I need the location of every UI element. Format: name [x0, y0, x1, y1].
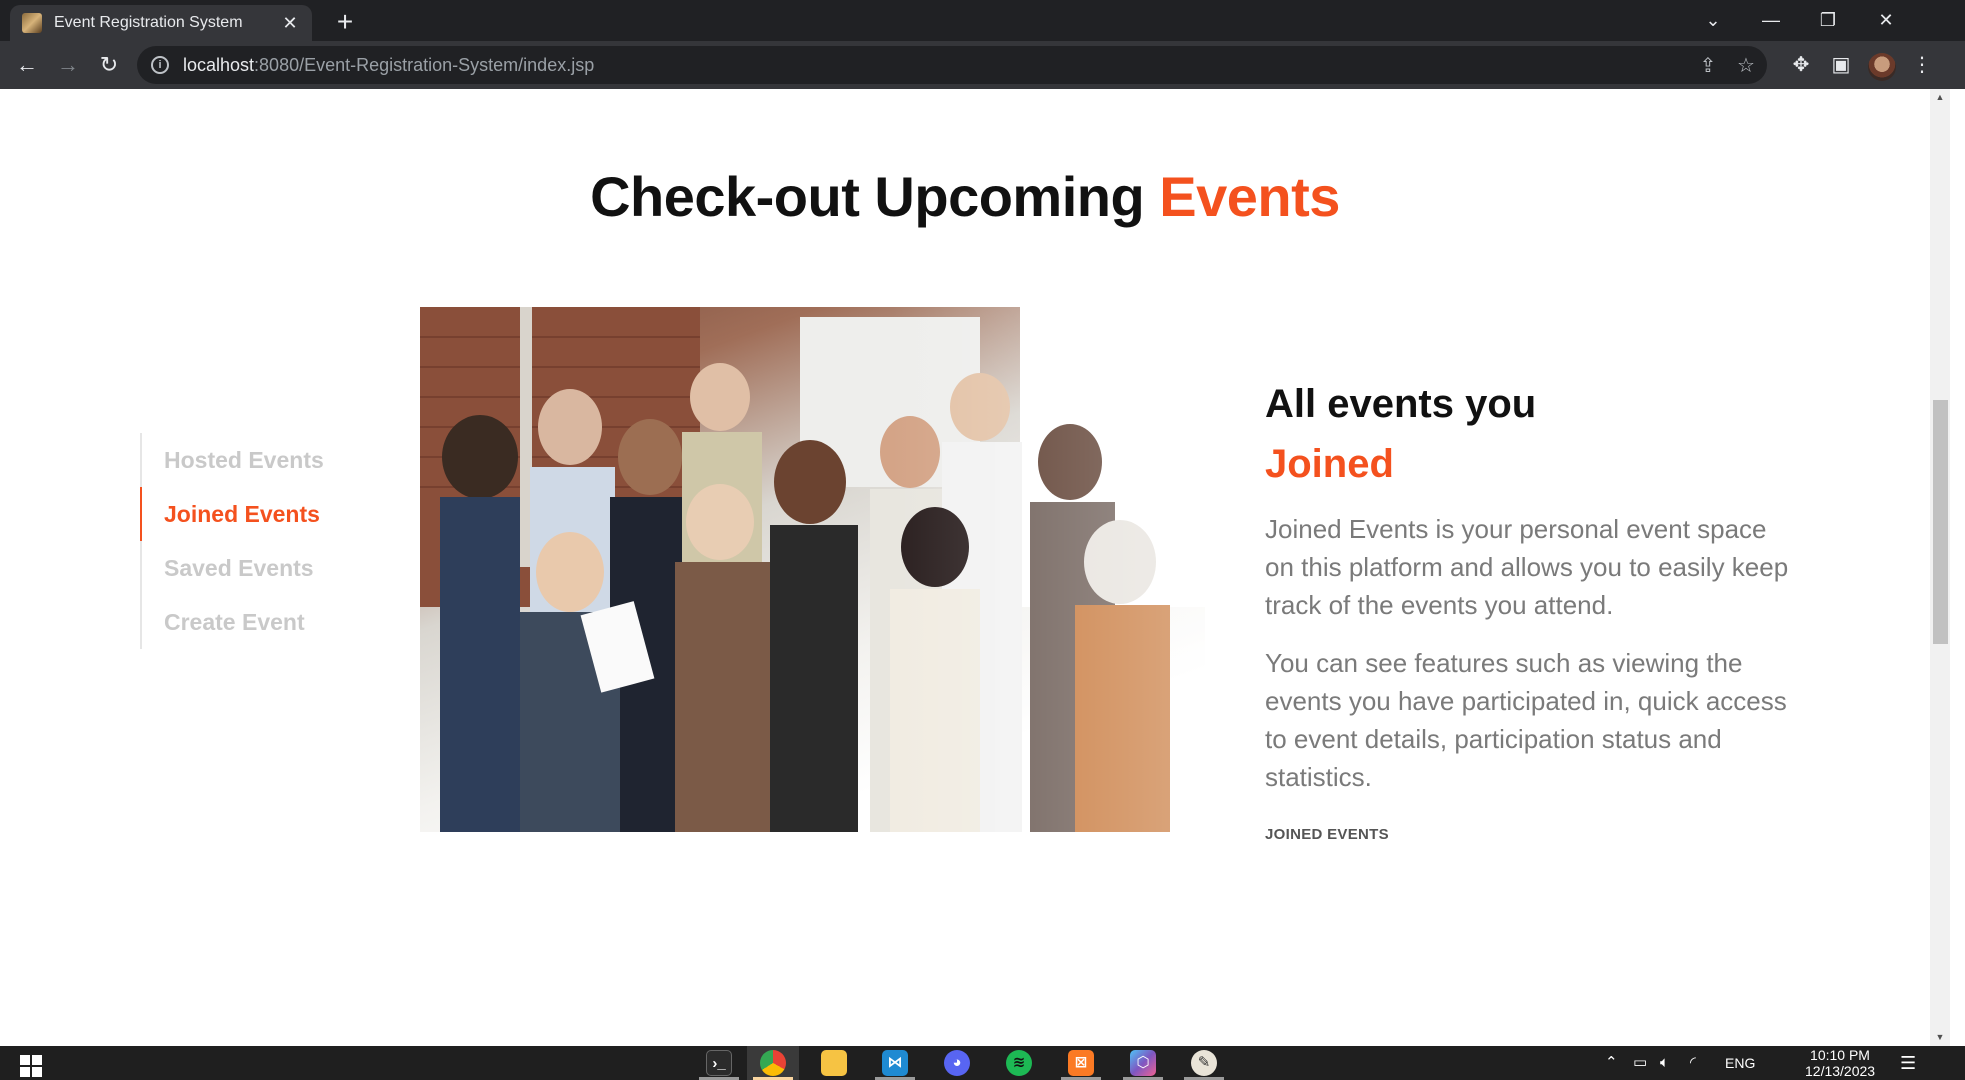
- tab-create-event[interactable]: Create Event: [142, 595, 380, 649]
- notifications-icon[interactable]: ☰: [1900, 1046, 1916, 1080]
- minimize-icon[interactable]: —: [1751, 6, 1791, 34]
- vscode-app[interactable]: ⋈: [869, 1046, 921, 1080]
- section-heading: Check-out Upcoming Events: [0, 164, 1930, 229]
- vscode-icon: ⋈: [882, 1050, 908, 1076]
- taskbar-clock[interactable]: 10:10 PM 12/13/2023: [1805, 1047, 1875, 1079]
- gem-app[interactable]: ⬡: [1117, 1046, 1169, 1080]
- url-path: :8080/Event-Registration-System/index.js…: [254, 54, 595, 75]
- tray-chevron-icon[interactable]: ⌃: [1605, 1046, 1618, 1080]
- scroll-down-arrow-icon[interactable]: ▼: [1930, 1029, 1950, 1046]
- chrome-icon: [760, 1050, 786, 1076]
- site-favicon-icon: [22, 13, 42, 33]
- content-title-accent: Joined: [1265, 442, 1394, 486]
- site-info-icon[interactable]: i: [151, 56, 169, 74]
- folder-icon: [821, 1050, 847, 1076]
- palette-icon: ✎: [1191, 1050, 1217, 1076]
- clock-time: 10:10 PM: [1810, 1047, 1870, 1063]
- events-side-tabs: Hosted Events Joined Events Saved Events…: [140, 433, 380, 649]
- spotify-icon: ≋: [1006, 1050, 1032, 1076]
- content-paragraph-1: Joined Events is your personal event spa…: [1265, 514, 1789, 620]
- content-title-main: All events you: [1265, 382, 1537, 426]
- content-paragraph-2: You can see features such as viewing the…: [1265, 648, 1787, 792]
- close-tab-icon[interactable]: ✕: [280, 13, 300, 34]
- reload-icon[interactable]: ↻: [94, 51, 124, 79]
- discord-icon: ◕: [944, 1050, 970, 1076]
- extensions-puzzle-icon[interactable]: ✥: [1787, 53, 1815, 77]
- gem-icon: ⬡: [1130, 1050, 1156, 1076]
- tab-saved-events[interactable]: Saved Events: [142, 541, 380, 595]
- scroll-up-arrow-icon[interactable]: ▲: [1930, 89, 1950, 106]
- xampp-icon: ⊠: [1068, 1050, 1094, 1076]
- bookmark-star-icon[interactable]: ☆: [1733, 53, 1759, 78]
- content-title: All events you Joined: [1265, 374, 1795, 494]
- battery-icon[interactable]: ▭: [1633, 1046, 1647, 1080]
- address-bar[interactable]: i localhost:8080/Event-Registration-Syst…: [137, 46, 1767, 84]
- restore-icon[interactable]: ❐: [1808, 6, 1848, 34]
- crowd-celebrating-illustration: [420, 307, 1205, 832]
- side-panel-icon[interactable]: ▣: [1827, 53, 1855, 77]
- section-heading-accent: Events: [1159, 165, 1340, 228]
- page-viewport: Check-out Upcoming Events Hosted Events …: [0, 89, 1950, 1046]
- terminal-app[interactable]: ›_: [693, 1046, 745, 1080]
- chrome-app[interactable]: [747, 1046, 799, 1080]
- spotify-app[interactable]: ≋: [993, 1046, 1045, 1080]
- language-indicator[interactable]: ENG: [1725, 1046, 1755, 1080]
- volume-icon[interactable]: 🔈︎: [1660, 1046, 1669, 1080]
- windows-start-icon[interactable]: [20, 1055, 42, 1077]
- tab-title: Event Registration System: [54, 14, 243, 31]
- joined-events-link[interactable]: JOINED EVENTS: [1265, 826, 1795, 843]
- forward-arrow-icon[interactable]: →: [53, 51, 83, 79]
- browser-tab-strip: Event Registration System ✕ + ⌄ — ❐ ✕: [0, 0, 1965, 41]
- profile-avatar[interactable]: [1868, 53, 1896, 81]
- section-heading-main: Check-out Upcoming: [590, 165, 1145, 228]
- menu-kebab-icon[interactable]: ⋮: [1908, 53, 1936, 77]
- browser-toolbar: ← → ↻ i localhost:8080/Event-Registratio…: [0, 41, 1965, 89]
- scrollbar-thumb[interactable]: [1933, 400, 1948, 644]
- paint-app[interactable]: ✎: [1178, 1046, 1230, 1080]
- new-tab-button[interactable]: +: [330, 8, 360, 36]
- file-explorer-app[interactable]: [808, 1046, 860, 1080]
- windows-taskbar: ›_ ⋈ ◕ ≋ ⊠ ⬡ ✎ ⌃ ▭ 🔈︎ ◜ ENG 10:10 PM 12/…: [0, 1046, 1965, 1080]
- clock-date: 12/13/2023: [1805, 1063, 1876, 1079]
- url-host: localhost: [183, 54, 255, 75]
- tab-joined-events[interactable]: Joined Events: [140, 487, 380, 541]
- tab-search-icon[interactable]: ⌄: [1693, 6, 1733, 34]
- share-icon[interactable]: ⇪: [1695, 53, 1721, 78]
- tab-hosted-events[interactable]: Hosted Events: [142, 433, 380, 487]
- close-window-icon[interactable]: ✕: [1866, 6, 1906, 34]
- xampp-app[interactable]: ⊠: [1055, 1046, 1107, 1080]
- browser-tab[interactable]: Event Registration System ✕: [10, 5, 312, 41]
- discord-app[interactable]: ◕: [931, 1046, 983, 1080]
- joined-events-content: All events you Joined Joined Events is y…: [1265, 374, 1795, 843]
- terminal-icon: ›_: [706, 1050, 732, 1076]
- wifi-icon[interactable]: ◜: [1690, 1046, 1696, 1080]
- joined-events-photo: [420, 307, 1205, 832]
- back-arrow-icon[interactable]: ←: [12, 51, 42, 79]
